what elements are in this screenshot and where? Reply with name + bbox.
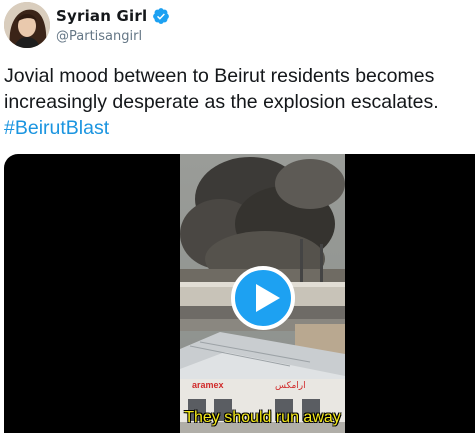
tweet-text: Jovial mood between to Beirut residents … [4, 63, 474, 141]
play-button[interactable] [231, 266, 295, 330]
verified-badge-icon [152, 7, 170, 25]
play-icon [256, 284, 280, 312]
video-player[interactable]: aramex ارامكس They should run away [4, 154, 475, 433]
avatar[interactable] [4, 2, 50, 48]
author-handle[interactable]: @Partisangirl [56, 29, 142, 44]
tweet-text-line: Jovial mood between to Beirut residents … [4, 65, 435, 87]
hashtag-link[interactable]: #BeirutBlast [4, 115, 474, 141]
display-name[interactable]: Syrian Girl [56, 7, 147, 25]
video-caption: They should run away [184, 409, 341, 426]
svg-text:ارامكس: ارامكس [275, 381, 306, 391]
tweet-card: Syrian Girl @Partisangirl Jovial mood be… [0, 0, 475, 433]
author-name-row: Syrian Girl [56, 6, 170, 26]
svg-text:aramex: aramex [192, 380, 224, 390]
tweet-text-line: increasingly desperate as the explosion … [4, 91, 439, 113]
